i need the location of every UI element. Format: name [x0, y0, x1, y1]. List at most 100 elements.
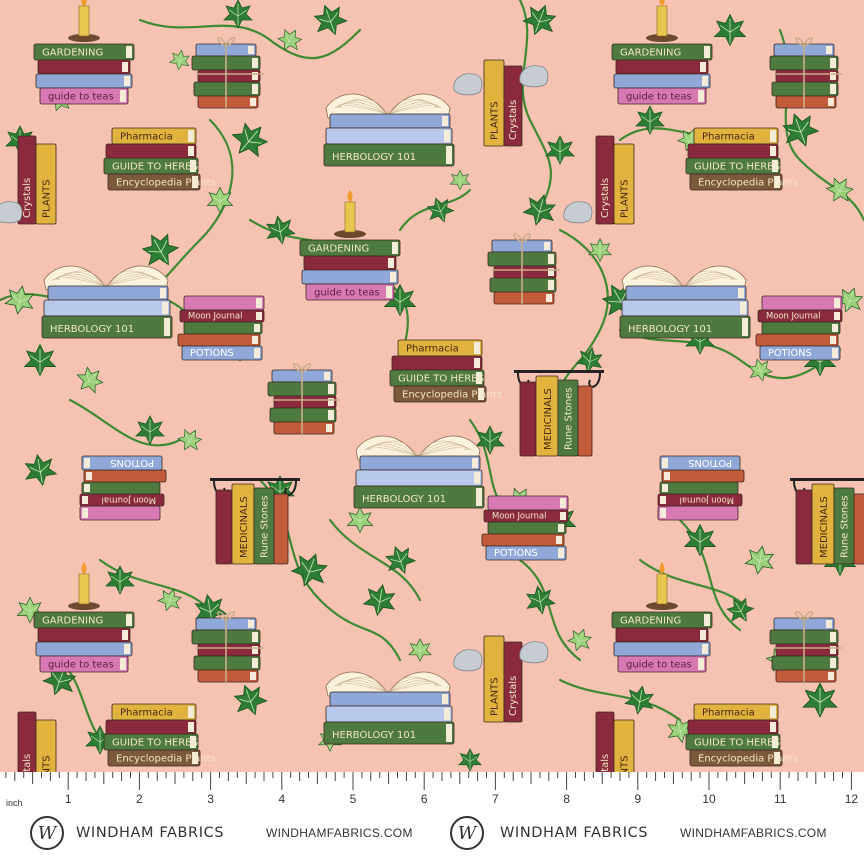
book-title: guide to teas: [626, 660, 692, 671]
book: [657, 505, 739, 521]
book: Moon Journal: [483, 509, 569, 523]
book: HERBOLOGY 101: [323, 143, 455, 167]
book: [35, 73, 133, 89]
book: guide to teas: [617, 655, 707, 673]
book-title: GARDENING: [620, 616, 681, 627]
book: PLANTS: [613, 143, 635, 225]
book: Crystals: [503, 641, 523, 723]
book: Encyclopedia Plants: [107, 749, 216, 767]
book: [613, 73, 711, 89]
herbology-book-stack: HERBOLOGY 101: [41, 285, 173, 339]
book: [35, 641, 133, 657]
book-title: POTIONS: [494, 548, 538, 559]
book: GUIDE TO HERBS: [685, 157, 781, 175]
book: Encyclopedia Plants: [107, 173, 216, 191]
brand-url: WINDHAMFABRICS.COM: [266, 826, 413, 840]
logo-monogram: W: [37, 822, 57, 844]
book: PLANTS: [35, 143, 57, 225]
potions-book-stack: Moon Journal POTIONS: [79, 455, 167, 521]
book: Crystals: [595, 135, 615, 225]
book-title: guide to teas: [314, 288, 380, 299]
book: [273, 395, 337, 409]
book: [687, 143, 779, 159]
book: [687, 719, 779, 735]
book: GARDENING: [33, 611, 135, 629]
book: GARDENING: [299, 239, 401, 257]
book: [325, 705, 453, 723]
book: [197, 669, 259, 683]
book: [183, 321, 263, 335]
book: [519, 381, 537, 457]
book: POTIONS: [659, 455, 741, 471]
ruler-number: 1: [64, 792, 72, 806]
book-title: Moon Journal: [188, 311, 242, 321]
book-title: Pharmacia: [120, 708, 173, 719]
book: [81, 481, 161, 495]
book: Moon Journal: [79, 493, 165, 507]
book: [761, 295, 843, 311]
book: Pharmacia: [693, 127, 779, 145]
book: guide to teas: [305, 283, 395, 301]
book: [329, 691, 451, 707]
tied-book-bundle: [191, 37, 264, 109]
book: [577, 385, 593, 457]
book: [659, 481, 739, 495]
tied-book-bundle: [769, 611, 842, 683]
book-title: POTIONS: [110, 457, 154, 468]
book-title: Pharmacia: [702, 708, 755, 719]
book: Encyclopedia Plants: [689, 173, 798, 191]
tied-book-bundle: [191, 611, 264, 683]
ruler-number: 6: [420, 792, 428, 806]
book: [105, 143, 197, 159]
book: [47, 285, 169, 301]
book: [301, 269, 399, 285]
gardening-book-stack: GARDENING guide to teas: [33, 43, 135, 105]
book: guide to teas: [617, 87, 707, 105]
book-title: HERBOLOGY 101: [362, 494, 446, 505]
ruler-number: 10: [702, 792, 716, 806]
book: Pharmacia: [111, 703, 197, 721]
book-title: POTIONS: [688, 457, 732, 468]
book-title: GARDENING: [42, 616, 103, 627]
book-title: PLANTS: [490, 677, 501, 716]
book: POTIONS: [759, 345, 841, 361]
book: PLANTS: [483, 59, 505, 147]
ruler-unit-label: inch: [6, 798, 23, 808]
book: Rune Stones: [833, 487, 855, 565]
book-title: HERBOLOGY 101: [332, 730, 416, 741]
windham-logo-icon: W: [450, 816, 484, 850]
book-title: MEDICINALS: [819, 496, 830, 558]
book: [775, 643, 839, 657]
ruler-number: 9: [634, 792, 642, 806]
book: HERBOLOGY 101: [41, 315, 173, 339]
book-title: Encyclopedia Plants: [698, 178, 798, 189]
plants-upright-books: Crystals PLANTS: [595, 135, 635, 225]
book: [391, 355, 483, 371]
book-title: Crystals: [600, 754, 611, 772]
medicinals-upright-books: MEDICINALS Rune Stones: [215, 483, 289, 565]
ruler-number: 12: [844, 792, 859, 806]
book-title: PLANTS: [42, 179, 53, 218]
book-title: guide to teas: [48, 660, 114, 671]
crystal-stone-icon: [0, 201, 23, 224]
book-title: HERBOLOGY 101: [332, 152, 416, 163]
book: MEDICINALS: [231, 483, 255, 565]
book: [615, 59, 709, 75]
book: Rune Stones: [557, 379, 579, 457]
book-title: POTIONS: [768, 348, 812, 359]
book-title: GUIDE TO HERBS: [694, 162, 780, 173]
windham-logo-icon: W: [30, 816, 64, 850]
book: PLANTS: [483, 635, 505, 723]
book: HERBOLOGY 101: [323, 721, 455, 745]
book-title: GARDENING: [620, 48, 681, 59]
book: [359, 455, 481, 471]
ruler-number: 11: [773, 792, 787, 806]
book-title: HERBOLOGY 101: [628, 324, 712, 335]
book: [197, 643, 261, 657]
book: [355, 469, 483, 487]
book: [197, 95, 259, 109]
brand-url: WINDHAMFABRICS.COM: [680, 826, 827, 840]
book-title: Crystals: [22, 754, 33, 772]
book-title: Moon Journal: [492, 511, 546, 521]
fabric-print: GARDENING guide to teas HERBOLOGY 101 PLANT…: [0, 0, 864, 772]
